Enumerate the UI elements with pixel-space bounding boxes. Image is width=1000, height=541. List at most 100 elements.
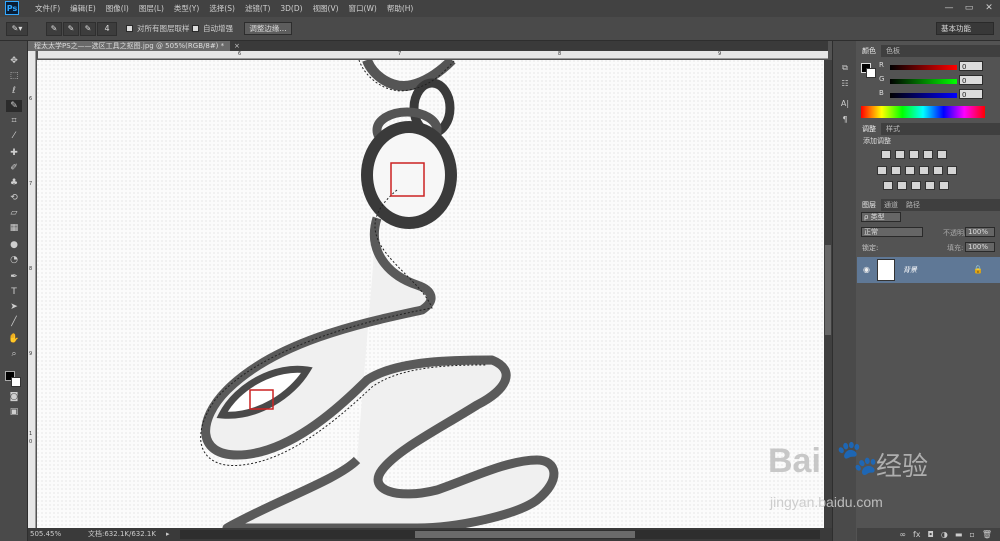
refine-edge-button[interactable]: 调整边缘... [244, 22, 292, 35]
tab-close-icon[interactable]: × [234, 41, 240, 51]
character-panel-icon[interactable]: A| [837, 99, 853, 111]
document-tab[interactable]: 程太太学PS之——选区工具之抠图.jpg @ 505%(RGB/8#) * [28, 41, 231, 51]
selective-color-icon[interactable] [939, 181, 949, 190]
quick-mask-icon[interactable]: ◙ [6, 391, 22, 403]
workspace-select[interactable]: 基本功能 [936, 22, 994, 35]
red-value-input[interactable]: 0 [959, 61, 983, 71]
auto-enhance-checkbox[interactable] [192, 25, 199, 32]
scroll-thumb[interactable] [415, 531, 635, 538]
dodge-tool-icon[interactable]: ◔ [6, 254, 22, 266]
color-spectrum[interactable] [861, 106, 985, 118]
move-tool-icon[interactable]: ✥ [6, 55, 22, 67]
layer-name[interactable]: 背景 [903, 265, 917, 275]
blue-slider[interactable] [890, 93, 957, 98]
background-color-swatch[interactable] [11, 377, 21, 387]
brush-size-picker[interactable]: 4 [97, 22, 117, 36]
maximize-button[interactable]: ▭ [962, 2, 976, 14]
history-panel-icon[interactable]: ⧉ [837, 63, 853, 75]
eyedropper-tool-icon[interactable]: ⁄ [6, 130, 22, 142]
photo-filter-icon[interactable] [919, 166, 929, 175]
new-layer-icon[interactable]: ▫ [969, 528, 974, 541]
quick-selection-tool-icon[interactable]: ✎ [6, 100, 22, 112]
hand-tool-icon[interactable]: ✋ [6, 333, 22, 345]
healing-brush-tool-icon[interactable]: ✚ [6, 147, 22, 159]
subtract-selection-icon[interactable]: ✎ [80, 22, 96, 36]
blend-mode-select[interactable]: 正常 [861, 227, 923, 237]
green-slider[interactable] [890, 79, 957, 84]
crop-tool-icon[interactable]: ⌗ [6, 115, 22, 127]
black-white-icon[interactable] [905, 166, 915, 175]
brush-tool-icon[interactable]: ✐ [6, 162, 22, 174]
line-tool-icon[interactable]: ╱ [6, 316, 22, 328]
zoom-level[interactable]: 505.45% [30, 528, 61, 541]
threshold-icon[interactable] [911, 181, 921, 190]
menu-type[interactable]: 类型(Y) [169, 0, 204, 17]
layer-filter-select[interactable]: ρ 类型 [861, 212, 901, 222]
invert-icon[interactable] [883, 181, 893, 190]
pen-tool-icon[interactable]: ✒ [6, 271, 22, 283]
tab-color[interactable]: 颜色 [857, 45, 881, 57]
menu-window[interactable]: 窗口(W) [344, 0, 382, 17]
fill-input[interactable]: 100% [965, 242, 995, 252]
menu-layer[interactable]: 图层(L) [134, 0, 169, 17]
menu-view[interactable]: 视图(V) [308, 0, 344, 17]
lasso-tool-icon[interactable]: ℓ [6, 85, 22, 97]
tool-preset-picker[interactable]: ✎▾ [6, 22, 28, 36]
eye-icon[interactable]: ◉ [863, 265, 870, 274]
red-slider[interactable] [890, 65, 957, 70]
layer-row-background[interactable]: ◉ 背景 🔒 [857, 257, 1000, 283]
tab-swatches[interactable]: 色板 [881, 45, 905, 57]
tab-styles[interactable]: 样式 [881, 123, 905, 135]
delete-layer-icon[interactable]: 🗑 [982, 528, 992, 541]
type-tool-icon[interactable]: T [6, 286, 22, 298]
add-selection-icon[interactable]: ✎ [63, 22, 79, 36]
levels-icon[interactable] [895, 150, 905, 159]
gradient-map-icon[interactable] [925, 181, 935, 190]
exposure-icon[interactable] [923, 150, 933, 159]
tab-channels[interactable]: 通道 [879, 199, 903, 211]
image-canvas[interactable] [37, 60, 824, 528]
menu-edit[interactable]: 编辑(E) [65, 0, 101, 17]
menu-image[interactable]: 图像(I) [101, 0, 134, 17]
path-selection-tool-icon[interactable]: ➤ [6, 301, 22, 313]
paragraph-panel-icon[interactable]: ¶ [837, 115, 853, 127]
watermark-brand-right: 经验 [876, 452, 929, 482]
green-value-input[interactable]: 0 [959, 75, 983, 85]
eraser-tool-icon[interactable]: ▱ [6, 207, 22, 219]
close-button[interactable]: ✕ [982, 2, 996, 14]
scroll-thumb[interactable] [825, 245, 831, 335]
menu-3d[interactable]: 3D(D) [275, 0, 307, 17]
color-balance-icon[interactable] [891, 166, 901, 175]
properties-panel-icon[interactable]: ☷ [837, 79, 853, 91]
marquee-tool-icon[interactable]: ⬚ [6, 70, 22, 82]
menu-filter[interactable]: 滤镜(T) [240, 0, 275, 17]
posterize-icon[interactable] [897, 181, 907, 190]
tab-adjustments[interactable]: 调整 [857, 123, 881, 135]
menu-select[interactable]: 选择(S) [204, 0, 240, 17]
blue-value-input[interactable]: 0 [959, 89, 983, 99]
gradient-tool-icon[interactable]: ▦ [6, 222, 22, 234]
opacity-input[interactable]: 100% [965, 227, 995, 237]
vibrance-icon[interactable] [937, 150, 947, 159]
main-menu: 文件(F) 编辑(E) 图像(I) 图层(L) 类型(Y) 选择(S) 滤镜(T… [30, 0, 418, 17]
hue-saturation-icon[interactable] [877, 166, 887, 175]
menu-file[interactable]: 文件(F) [30, 0, 65, 17]
zoom-tool-icon[interactable]: ⌕ [6, 348, 22, 360]
channel-mixer-icon[interactable] [933, 166, 943, 175]
new-selection-icon[interactable]: ✎ [46, 22, 62, 36]
history-brush-tool-icon[interactable]: ⟲ [6, 192, 22, 204]
status-menu-arrow-icon[interactable]: ▸ [166, 528, 170, 541]
menu-help[interactable]: 帮助(H) [382, 0, 419, 17]
brightness-icon[interactable] [881, 150, 891, 159]
tab-paths[interactable]: 路径 [901, 199, 925, 211]
ruler-mark: 9 [29, 351, 33, 357]
minimize-button[interactable]: — [942, 2, 956, 14]
screen-mode-icon[interactable]: ▣ [6, 406, 22, 418]
curves-icon[interactable] [909, 150, 919, 159]
clone-stamp-tool-icon[interactable]: ♣ [6, 177, 22, 189]
sample-all-layers-checkbox[interactable] [126, 25, 133, 32]
tab-layers[interactable]: 图层 [857, 199, 881, 211]
horizontal-scrollbar[interactable] [180, 530, 820, 539]
blur-tool-icon[interactable]: ● [6, 239, 22, 251]
color-lookup-icon[interactable] [947, 166, 957, 175]
